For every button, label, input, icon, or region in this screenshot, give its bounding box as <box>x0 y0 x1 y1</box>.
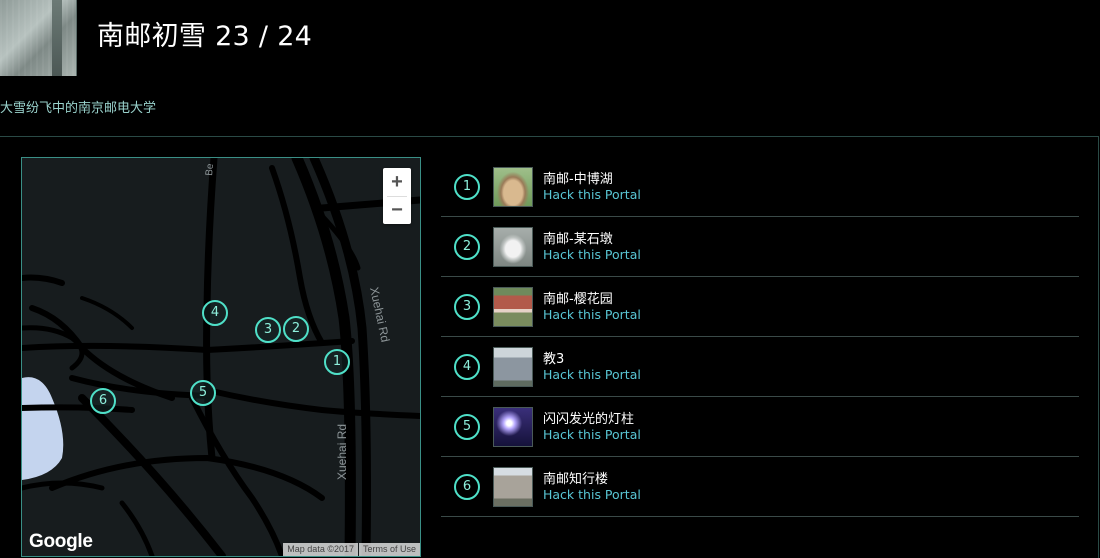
portal-number-badge: 2 <box>454 234 480 260</box>
portal-name: 南邮知行楼 <box>543 472 609 487</box>
map-data-label: Map data ©2017 <box>283 543 358 556</box>
list-item: 3 南邮-樱花园 Hack this Portal <box>441 277 1079 337</box>
portal-name: 南邮-樱花园 <box>543 292 613 307</box>
portal-number-badge: 1 <box>454 174 480 200</box>
thumbnail-pillar <box>52 0 62 76</box>
mission-title: 南邮初雪 23 / 24 <box>97 21 313 52</box>
zoom-control: + − <box>383 168 411 224</box>
map-marker-4[interactable]: 4 <box>202 300 228 326</box>
portal-name: 闪闪发光的灯柱 <box>543 412 635 427</box>
map-roads: Be Xuehai Rd Xuehai Rd <box>22 158 420 556</box>
list-item: 1 南邮-中博湖 Hack this Portal <box>441 157 1079 217</box>
portal-thumbnail[interactable] <box>493 227 533 267</box>
portal-list: 1 南邮-中博湖 Hack this Portal 2 南邮-某石墩 Hack … <box>441 157 1079 517</box>
map-marker-3[interactable]: 3 <box>255 317 281 343</box>
mission-thumbnail <box>0 0 77 76</box>
road-label-north: Be <box>204 163 216 177</box>
google-logo: Google <box>29 531 93 552</box>
map-marker-6[interactable]: 6 <box>90 388 116 414</box>
portal-thumbnail[interactable] <box>493 467 533 507</box>
portal-number-badge: 5 <box>454 414 480 440</box>
hack-portal-link[interactable]: Hack this Portal <box>543 487 641 502</box>
list-item: 6 南邮知行楼 Hack this Portal <box>441 457 1079 517</box>
road-label-xuehai-upper: Xuehai Rd <box>367 286 392 344</box>
hack-portal-link[interactable]: Hack this Portal <box>543 187 641 202</box>
portal-number-badge: 3 <box>454 294 480 320</box>
hack-portal-link[interactable]: Hack this Portal <box>543 247 641 262</box>
list-item: 5 闪闪发光的灯柱 Hack this Portal <box>441 397 1079 457</box>
mission-header: 南邮初雪 23 / 24 大雪纷飞中的南京邮电大学 <box>0 0 1100 136</box>
mission-map[interactable]: Be Xuehai Rd Xuehai Rd + − 1 2 3 4 5 6 G… <box>21 157 421 557</box>
hack-portal-link[interactable]: Hack this Portal <box>543 307 641 322</box>
portal-number-badge: 4 <box>454 354 480 380</box>
zoom-in-button[interactable]: + <box>383 168 411 196</box>
mission-description: 大雪纷飞中的南京邮电大学 <box>0 101 157 116</box>
portal-thumbnail[interactable] <box>493 287 533 327</box>
portal-number-badge: 6 <box>454 474 480 500</box>
portal-thumbnail[interactable] <box>493 407 533 447</box>
map-marker-1[interactable]: 1 <box>324 349 350 375</box>
zoom-divider <box>387 196 407 197</box>
list-item: 2 南邮-某石墩 Hack this Portal <box>441 217 1079 277</box>
terms-of-use-link[interactable]: Terms of Use <box>358 543 420 556</box>
map-attribution: Map data ©2017 Terms of Use <box>283 543 420 556</box>
lake <box>22 377 64 480</box>
map-marker-5[interactable]: 5 <box>190 380 216 406</box>
zoom-out-button[interactable]: − <box>383 196 411 224</box>
map-marker-2[interactable]: 2 <box>283 316 309 342</box>
hack-portal-link[interactable]: Hack this Portal <box>543 427 641 442</box>
portal-name: 教3 <box>543 352 565 367</box>
portal-thumbnail[interactable] <box>493 167 533 207</box>
list-item: 4 教3 Hack this Portal <box>441 337 1079 397</box>
portal-name: 南邮-中博湖 <box>543 172 613 187</box>
portal-name: 南邮-某石墩 <box>543 232 613 247</box>
portal-thumbnail[interactable] <box>493 347 533 387</box>
road-label-xuehai-lower: Xuehai Rd <box>335 424 349 480</box>
hack-portal-link[interactable]: Hack this Portal <box>543 367 641 382</box>
